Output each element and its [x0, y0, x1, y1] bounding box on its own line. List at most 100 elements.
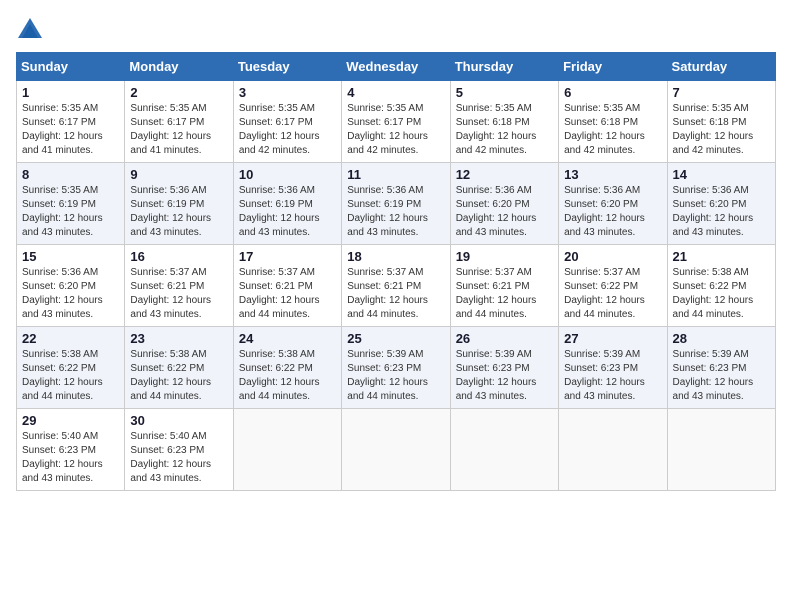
calendar-cell: 3Sunrise: 5:35 AMSunset: 6:17 PMDaylight… [233, 81, 341, 163]
day-number: 15 [22, 249, 119, 264]
day-number: 7 [673, 85, 770, 100]
calendar-cell: 6 Sunrise: 5:35 AMSunset: 6:18 PMDaylight… [559, 81, 667, 163]
day-number: 1 [22, 85, 119, 100]
day-info: Sunrise: 5:39 AMSunset: 6:23 PMDaylight:… [673, 348, 770, 404]
day-info: Sunrise: 5:37 AMSunset: 6:21 PMDaylight:… [130, 266, 227, 322]
col-header-monday: Monday [125, 53, 233, 81]
day-info: Sunrise: 5:36 AMSunset: 6:19 PMDaylight:… [239, 184, 336, 240]
day-info: Sunrise: 5:35 AMSunset: 6:18 PMDaylight:… [564, 102, 661, 158]
day-info: Sunrise: 5:35 AMSunset: 6:18 PMDaylight:… [456, 102, 553, 158]
day-info: Sunrise: 5:35 AMSunset: 6:17 PMDaylight:… [347, 102, 444, 158]
day-number: 2 [130, 85, 227, 100]
day-info: Sunrise: 5:38 AMSunset: 6:22 PMDaylight:… [239, 348, 336, 404]
col-header-wednesday: Wednesday [342, 53, 450, 81]
calendar-table: SundayMondayTuesdayWednesdayThursdayFrid… [16, 52, 776, 491]
day-info: Sunrise: 5:36 AMSunset: 6:20 PMDaylight:… [22, 266, 119, 322]
calendar-cell: 26 Sunrise: 5:39 AMSunset: 6:23 PMDayligh… [450, 327, 558, 409]
day-number: 3 [239, 85, 336, 100]
day-number: 13 [564, 167, 661, 182]
calendar-cell: 5 Sunrise: 5:35 AMSunset: 6:18 PMDaylight… [450, 81, 558, 163]
calendar-cell [559, 409, 667, 491]
header [16, 16, 776, 44]
col-header-thursday: Thursday [450, 53, 558, 81]
day-info: Sunrise: 5:40 AMSunset: 6:23 PMDaylight:… [130, 430, 227, 486]
calendar-cell: 20 Sunrise: 5:37 AMSunset: 6:22 PMDayligh… [559, 245, 667, 327]
col-header-sunday: Sunday [17, 53, 125, 81]
logo-icon [16, 16, 44, 44]
day-info: Sunrise: 5:37 AMSunset: 6:21 PMDaylight:… [239, 266, 336, 322]
day-info: Sunrise: 5:36 AMSunset: 6:20 PMDaylight:… [564, 184, 661, 240]
calendar-cell [450, 409, 558, 491]
day-info: Sunrise: 5:38 AMSunset: 6:22 PMDaylight:… [22, 348, 119, 404]
calendar-cell: 28 Sunrise: 5:39 AMSunset: 6:23 PMDayligh… [667, 327, 775, 409]
calendar-cell: 13 Sunrise: 5:36 AMSunset: 6:20 PMDayligh… [559, 163, 667, 245]
day-number: 9 [130, 167, 227, 182]
week-row-2: 8 Sunrise: 5:35 AMSunset: 6:19 PMDaylight… [17, 163, 776, 245]
day-info: Sunrise: 5:38 AMSunset: 6:22 PMDaylight:… [673, 266, 770, 322]
calendar-cell: 16 Sunrise: 5:37 AMSunset: 6:21 PMDayligh… [125, 245, 233, 327]
calendar-cell [342, 409, 450, 491]
day-number: 4 [347, 85, 444, 100]
day-info: Sunrise: 5:35 AMSunset: 6:18 PMDaylight:… [673, 102, 770, 158]
calendar-cell: 7 Sunrise: 5:35 AMSunset: 6:18 PMDaylight… [667, 81, 775, 163]
week-row-5: 29 Sunrise: 5:40 AMSunset: 6:23 PMDayligh… [17, 409, 776, 491]
day-number: 8 [22, 167, 119, 182]
day-number: 12 [456, 167, 553, 182]
day-number: 5 [456, 85, 553, 100]
calendar-cell: 14 Sunrise: 5:36 AMSunset: 6:20 PMDayligh… [667, 163, 775, 245]
day-number: 26 [456, 331, 553, 346]
day-info: Sunrise: 5:35 AMSunset: 6:19 PMDaylight:… [22, 184, 119, 240]
header-row: SundayMondayTuesdayWednesdayThursdayFrid… [17, 53, 776, 81]
day-number: 16 [130, 249, 227, 264]
day-info: Sunrise: 5:37 AMSunset: 6:21 PMDaylight:… [347, 266, 444, 322]
day-info: Sunrise: 5:36 AMSunset: 6:20 PMDaylight:… [673, 184, 770, 240]
day-number: 6 [564, 85, 661, 100]
day-info: Sunrise: 5:39 AMSunset: 6:23 PMDaylight:… [347, 348, 444, 404]
calendar-cell: 2Sunrise: 5:35 AMSunset: 6:17 PMDaylight… [125, 81, 233, 163]
day-number: 11 [347, 167, 444, 182]
day-number: 28 [673, 331, 770, 346]
calendar-cell: 15 Sunrise: 5:36 AMSunset: 6:20 PMDayligh… [17, 245, 125, 327]
day-number: 14 [673, 167, 770, 182]
col-header-friday: Friday [559, 53, 667, 81]
calendar-cell: 25 Sunrise: 5:39 AMSunset: 6:23 PMDayligh… [342, 327, 450, 409]
calendar-cell: 18 Sunrise: 5:37 AMSunset: 6:21 PMDayligh… [342, 245, 450, 327]
week-row-4: 22Sunrise: 5:38 AMSunset: 6:22 PMDayligh… [17, 327, 776, 409]
day-number: 17 [239, 249, 336, 264]
day-info: Sunrise: 5:37 AMSunset: 6:21 PMDaylight:… [456, 266, 553, 322]
logo [16, 16, 48, 44]
calendar-cell: 10 Sunrise: 5:36 AMSunset: 6:19 PMDayligh… [233, 163, 341, 245]
day-number: 24 [239, 331, 336, 346]
calendar-cell: 21 Sunrise: 5:38 AMSunset: 6:22 PMDayligh… [667, 245, 775, 327]
calendar-cell: 27Sunrise: 5:39 AMSunset: 6:23 PMDayligh… [559, 327, 667, 409]
calendar-cell: 4 Sunrise: 5:35 AMSunset: 6:17 PMDaylight… [342, 81, 450, 163]
calendar-cell [667, 409, 775, 491]
day-number: 25 [347, 331, 444, 346]
calendar-cell: 12 Sunrise: 5:36 AMSunset: 6:20 PMDayligh… [450, 163, 558, 245]
day-info: Sunrise: 5:36 AMSunset: 6:19 PMDaylight:… [130, 184, 227, 240]
calendar-cell: 24 Sunrise: 5:38 AMSunset: 6:22 PMDayligh… [233, 327, 341, 409]
day-info: Sunrise: 5:36 AMSunset: 6:19 PMDaylight:… [347, 184, 444, 240]
day-number: 27 [564, 331, 661, 346]
week-row-1: 1 Sunrise: 5:35 AMSunset: 6:17 PMDaylight… [17, 81, 776, 163]
day-number: 10 [239, 167, 336, 182]
day-number: 18 [347, 249, 444, 264]
calendar-cell: 1 Sunrise: 5:35 AMSunset: 6:17 PMDaylight… [17, 81, 125, 163]
day-info: Sunrise: 5:37 AMSunset: 6:22 PMDaylight:… [564, 266, 661, 322]
day-info: Sunrise: 5:36 AMSunset: 6:20 PMDaylight:… [456, 184, 553, 240]
day-number: 20 [564, 249, 661, 264]
day-info: Sunrise: 5:35 AMSunset: 6:17 PMDaylight:… [22, 102, 119, 158]
calendar-cell: 8 Sunrise: 5:35 AMSunset: 6:19 PMDaylight… [17, 163, 125, 245]
day-number: 21 [673, 249, 770, 264]
day-info: Sunrise: 5:39 AMSunset: 6:23 PMDaylight:… [456, 348, 553, 404]
calendar-cell: 9 Sunrise: 5:36 AMSunset: 6:19 PMDaylight… [125, 163, 233, 245]
calendar-cell [233, 409, 341, 491]
day-info: Sunrise: 5:40 AMSunset: 6:23 PMDaylight:… [22, 430, 119, 486]
day-number: 29 [22, 413, 119, 428]
calendar-cell: 30 Sunrise: 5:40 AMSunset: 6:23 PMDayligh… [125, 409, 233, 491]
calendar-cell: 23Sunrise: 5:38 AMSunset: 6:22 PMDayligh… [125, 327, 233, 409]
day-number: 30 [130, 413, 227, 428]
week-row-3: 15 Sunrise: 5:36 AMSunset: 6:20 PMDayligh… [17, 245, 776, 327]
calendar-cell: 17 Sunrise: 5:37 AMSunset: 6:21 PMDayligh… [233, 245, 341, 327]
col-header-tuesday: Tuesday [233, 53, 341, 81]
